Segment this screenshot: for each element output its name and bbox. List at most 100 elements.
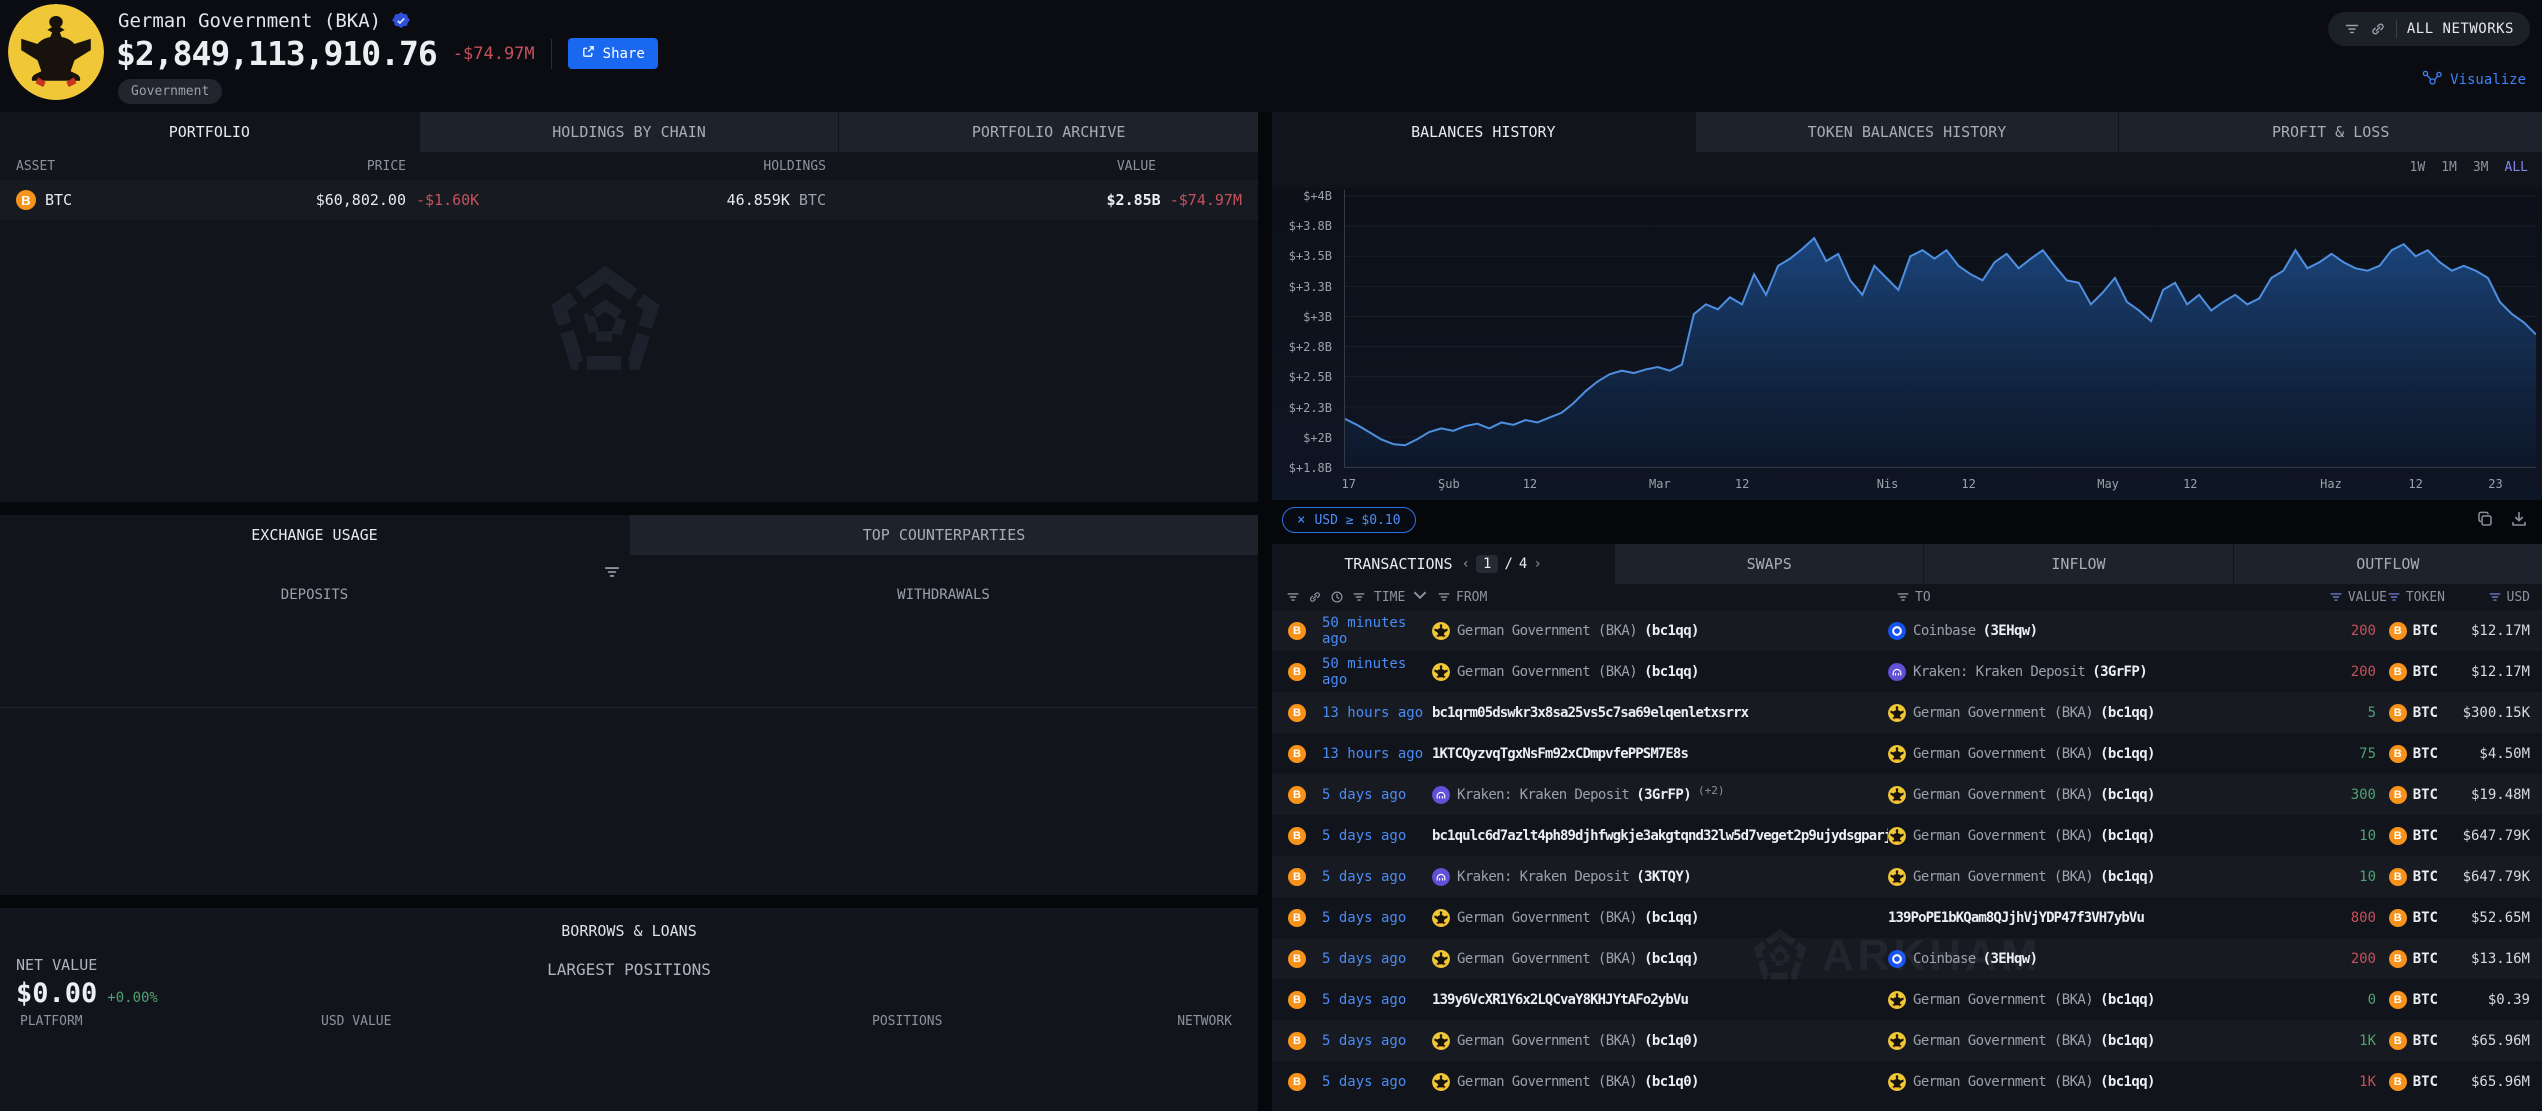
transaction-from[interactable]: Kraken: Kraken Deposit(3GrFP)(+2) — [1432, 786, 1888, 804]
download-icon[interactable] — [2510, 510, 2528, 532]
col-token[interactable]: TOKEN — [2406, 590, 2445, 605]
transaction-from[interactable]: bc1qulc6d7azlt4ph89djhfwgkje3akgtqnd32lw… — [1432, 828, 1888, 844]
transaction-row[interactable]: B 5 days ago German Government (BKA)(bc1… — [1272, 1061, 2542, 1102]
transaction-to[interactable]: German Government (BKA)(bc1qq) — [1888, 786, 2296, 804]
transaction-to[interactable]: German Government (BKA)(bc1qq) — [1888, 1032, 2296, 1050]
transaction-token[interactable]: B BTC — [2382, 991, 2438, 1009]
transaction-to[interactable]: German Government (BKA)(bc1qq) — [1888, 704, 2296, 722]
tab-exchange-usage[interactable]: EXCHANGE USAGE — [0, 515, 629, 555]
transaction-time-link[interactable]: 50 minutes ago — [1322, 656, 1432, 688]
filter-icon[interactable] — [603, 563, 621, 581]
transaction-from[interactable]: 1KTCQyzvqTgxNsFm92xCDmpvfePPSM7E8s — [1432, 746, 1888, 762]
transaction-from[interactable]: German Government (BKA)(bc1qq) — [1432, 663, 1888, 681]
transaction-token[interactable]: B BTC — [2382, 745, 2438, 763]
tab-holdings-by-chain[interactable]: HOLDINGS BY CHAIN — [419, 112, 839, 152]
transaction-token[interactable]: B BTC — [2382, 868, 2438, 886]
transaction-to[interactable]: German Government (BKA)(bc1qq) — [1888, 745, 2296, 763]
transaction-from[interactable]: German Government (BKA)(bc1q0) — [1432, 1032, 1888, 1050]
col-asset[interactable]: ASSET — [16, 159, 196, 174]
transaction-to[interactable]: Coinbase(3EHqw) — [1888, 622, 2296, 640]
link-icon[interactable] — [1308, 590, 1322, 604]
col-time[interactable]: TIME — [1374, 590, 1405, 605]
next-page-button[interactable]: › — [1533, 556, 1541, 572]
transaction-time-link[interactable]: 50 minutes ago — [1322, 615, 1432, 647]
transaction-to[interactable]: Kraken: Kraken Deposit(3GrFP) — [1888, 663, 2296, 681]
filter-icon[interactable] — [1896, 590, 1910, 604]
tab-profit-loss[interactable]: PROFIT & LOSS — [2118, 112, 2542, 152]
transaction-time-link[interactable]: 13 hours ago — [1322, 705, 1432, 721]
transaction-time-link[interactable]: 5 days ago — [1322, 869, 1432, 885]
transaction-from[interactable]: 139y6VcXR1Y6x2LQCvaY8KHJYtAFo2ybVu — [1432, 992, 1888, 1008]
transaction-row[interactable]: B 13 hours ago 1KTCQyzvqTgxNsFm92xCDmpvf… — [1272, 733, 2542, 774]
tab-transactions[interactable]: TRANSACTIONS ‹ 1 / 4 › — [1272, 544, 1614, 584]
usd-filter-pill[interactable]: × USD ≥ $0.10 — [1282, 507, 1416, 533]
portfolio-row-btc[interactable]: B BTC $60,802.00 -$1.60K 46.859K BTC $2.… — [0, 180, 1258, 220]
transaction-row[interactable]: B 5 days ago 139y6VcXR1Y6x2LQCvaY8KHJYtA… — [1272, 979, 2542, 1020]
close-icon[interactable]: × — [1297, 512, 1305, 528]
tab-top-counterparties[interactable]: TOP COUNTERPARTIES — [629, 515, 1258, 555]
chart-plot-area[interactable] — [1344, 190, 2536, 468]
transaction-from[interactable]: Kraken: Kraken Deposit(3KTQY) — [1432, 868, 1888, 886]
col-holdings[interactable]: HOLDINGS — [516, 159, 826, 174]
transaction-time-link[interactable]: 5 days ago — [1322, 787, 1432, 803]
col-from[interactable]: FROM — [1456, 590, 1487, 605]
transaction-token[interactable]: B BTC — [2382, 950, 2438, 968]
filter-icon[interactable] — [2488, 590, 2502, 604]
transaction-row[interactable]: B 50 minutes ago German Government (BKA)… — [1272, 610, 2542, 651]
transaction-time-link[interactable]: 5 days ago — [1322, 1074, 1432, 1090]
transaction-row[interactable]: B 5 days ago German Government (BKA)(bc1… — [1272, 1020, 2542, 1061]
prev-page-button[interactable]: ‹ — [1462, 556, 1470, 572]
transaction-to[interactable]: German Government (BKA)(bc1qq) — [1888, 868, 2296, 886]
col-value[interactable]: VALUE — [826, 159, 1242, 174]
tab-balances-history[interactable]: BALANCES HISTORY — [1272, 112, 1695, 152]
transaction-to[interactable]: German Government (BKA)(bc1qq) — [1888, 991, 2296, 1009]
col-value[interactable]: VALUE — [2348, 590, 2387, 605]
transaction-row[interactable]: B 5 days ago German Government (BKA)(bc1… — [1272, 897, 2542, 938]
transaction-to[interactable]: German Government (BKA)(bc1qq) — [1888, 1073, 2296, 1091]
filter-icon[interactable] — [2387, 590, 2401, 604]
transaction-to[interactable]: 139PoPE1bKQam8QJjhVjYDP47f3VH7ybVu — [1888, 910, 2296, 926]
transaction-time-link[interactable]: 5 days ago — [1322, 992, 1432, 1008]
transaction-row[interactable]: B 5 days ago German Government (BKA)(bc1… — [1272, 938, 2542, 979]
all-networks-selector[interactable]: ALL NETWORKS — [2328, 12, 2530, 46]
transaction-time-link[interactable]: 5 days ago — [1322, 1033, 1432, 1049]
range-all[interactable]: ALL — [2505, 160, 2528, 175]
col-price[interactable]: PRICE — [196, 159, 406, 174]
filter-icon[interactable] — [1352, 590, 1366, 604]
range-3m[interactable]: 3M — [2473, 160, 2489, 175]
transaction-from[interactable]: German Government (BKA)(bc1q0) — [1432, 1073, 1888, 1091]
transaction-token[interactable]: B BTC — [2382, 909, 2438, 927]
transaction-from[interactable]: German Government (BKA)(bc1qq) — [1432, 622, 1888, 640]
transaction-token[interactable]: B BTC — [2382, 827, 2438, 845]
copy-icon[interactable] — [2476, 510, 2494, 532]
transaction-row[interactable]: B 13 hours ago bc1qrm05dswkr3x8sa25vs5c7… — [1272, 692, 2542, 733]
transaction-token[interactable]: B BTC — [2382, 704, 2438, 722]
transaction-to[interactable]: Coinbase(3EHqw) — [1888, 950, 2296, 968]
transaction-token[interactable]: B BTC — [2382, 1032, 2438, 1050]
transaction-time-link[interactable]: 5 days ago — [1322, 951, 1432, 967]
visualize-link[interactable]: Visualize — [2422, 70, 2526, 90]
transaction-token[interactable]: B BTC — [2382, 622, 2438, 640]
transaction-from[interactable]: bc1qrm05dswkr3x8sa25vs5c7sa69elqenletxsr… — [1432, 705, 1888, 721]
col-to[interactable]: TO — [1915, 590, 1931, 605]
range-1w[interactable]: 1W — [2410, 160, 2426, 175]
tab-portfolio[interactable]: PORTFOLIO — [0, 112, 419, 152]
tab-inflow[interactable]: INFLOW — [1923, 544, 2232, 584]
tab-portfolio-archive[interactable]: PORTFOLIO ARCHIVE — [838, 112, 1258, 152]
filter-icon[interactable] — [1437, 590, 1451, 604]
col-usd[interactable]: USD — [2507, 590, 2530, 605]
tab-token-balances-history[interactable]: TOKEN BALANCES HISTORY — [1695, 112, 2119, 152]
tab-outflow[interactable]: OUTFLOW — [2233, 544, 2542, 584]
chevron-down-icon[interactable] — [1413, 588, 1427, 606]
transaction-token[interactable]: B BTC — [2382, 786, 2438, 804]
share-button[interactable]: Share — [568, 38, 658, 69]
transaction-row[interactable]: B 5 days ago bc1qulc6d7azlt4ph89djhfwgkj… — [1272, 815, 2542, 856]
transaction-time-link[interactable]: 13 hours ago — [1322, 746, 1432, 762]
entity-tag[interactable]: Government — [118, 79, 222, 104]
filter-icon[interactable] — [2329, 590, 2343, 604]
transaction-time-link[interactable]: 5 days ago — [1322, 828, 1432, 844]
transaction-token[interactable]: B BTC — [2382, 663, 2438, 681]
transaction-from[interactable]: German Government (BKA)(bc1qq) — [1432, 909, 1888, 927]
transaction-time-link[interactable]: 5 days ago — [1322, 910, 1432, 926]
transaction-row[interactable]: B 5 days ago Kraken: Kraken Deposit(3GrF… — [1272, 774, 2542, 815]
